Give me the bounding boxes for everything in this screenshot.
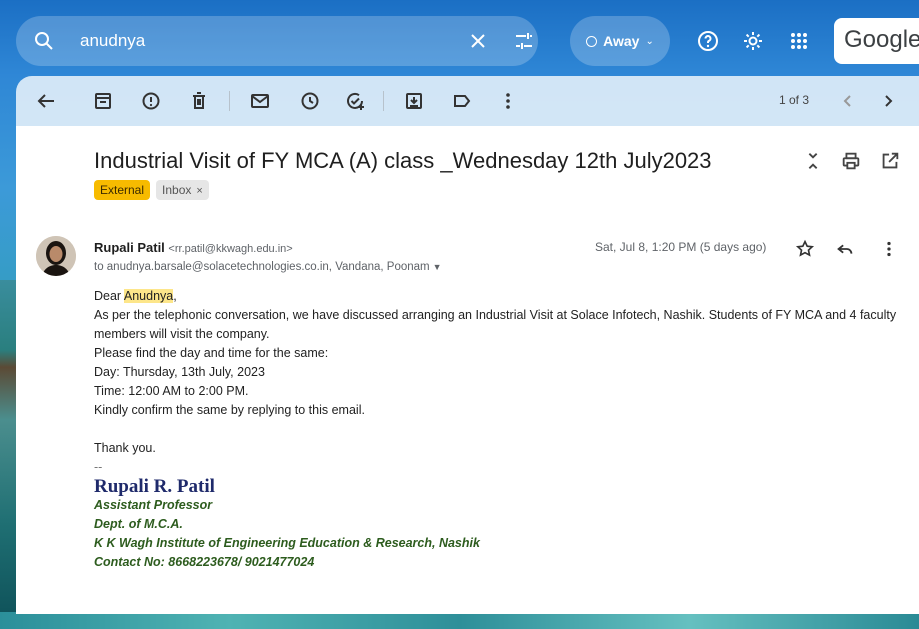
chevron-down-icon: ⌄ [645,35,654,47]
search-bar[interactable]: anudnya [16,16,538,66]
status-button[interactable]: Away ⌄ [570,16,670,66]
open-in-new-window-icon[interactable] [879,150,901,172]
snooze-clock-icon[interactable] [298,89,322,113]
message-toolbar: 1 of 3 [16,76,919,126]
closing: Thank you. [94,441,156,455]
message-date: Sat, Jul 8, 1:20 PM (5 days ago) [595,240,767,254]
remove-label-button[interactable]: × [196,185,202,197]
sender-line: Rupali Patil <rr.patil@kkwagh.edu.in> [94,240,293,255]
inbox-label: Inbox × [156,180,209,200]
toolbar-divider [229,91,230,111]
sender-avatar[interactable] [36,236,76,276]
move-to-icon[interactable] [402,89,426,113]
pagination-count: 1 of 3 [779,93,810,107]
recipients-text: to anudnya.barsale@solacetechnologies.co… [94,261,430,273]
sender-name[interactable]: Rupali Patil [94,240,165,255]
newer-chevron-left-icon[interactable] [836,89,860,113]
search-options-icon[interactable] [512,29,536,53]
recipients-line: to anudnya.barsale@solacetechnologies.co… [94,261,442,273]
google-account-logo[interactable]: Google [834,18,919,64]
signature-title: Assistant Professor [94,498,213,512]
delete-icon[interactable] [187,89,211,113]
add-task-icon[interactable] [343,89,367,113]
inbox-label-text: Inbox [162,183,192,197]
highlighted-search-term: Anudnya [123,289,174,303]
mark-unread-icon[interactable] [248,89,272,113]
apps-grid-icon[interactable] [787,29,811,53]
more-vert-icon[interactable] [878,238,900,260]
avatar-photo-icon [36,236,76,276]
body-line: Day: Thursday, 13th July, 2023 [94,365,265,379]
archive-icon[interactable] [91,89,115,113]
body-line: Please find the day and time for the sam… [94,346,329,360]
email-body: Dear Anudnya, As per the telephonic conv… [94,287,914,572]
print-icon[interactable] [840,150,862,172]
status-label: Away [603,33,640,49]
top-bar: anudnya Away ⌄ Google [0,0,919,80]
status-dot-icon [586,35,598,47]
email-subject: Industrial Visit of FY MCA (A) class _We… [94,148,712,173]
signature-contact: Contact No: 8668223678/ 9021477024 [94,555,315,569]
signature-name: Rupali R. Patil [94,476,215,497]
collapse-all-icon[interactable] [802,150,824,172]
report-spam-icon[interactable] [139,89,163,113]
star-icon[interactable] [794,238,816,260]
external-label: External [94,180,151,200]
body-paragraph: As per the telephonic conversation, we h… [94,308,897,341]
body-line: Time: 12:00 AM to 2:00 PM. [94,384,249,398]
sender-email: <rr.patil@kkwagh.edu.in> [168,243,293,255]
show-details-chevron-icon[interactable]: ▼ [433,262,442,272]
message-pane: Industrial Visit of FY MCA (A) class _We… [16,126,919,614]
toolbar-divider [383,91,384,111]
search-input[interactable]: anudnya [80,31,145,51]
back-arrow-icon[interactable] [34,89,58,113]
signature-separator: -- [94,460,103,474]
older-chevron-right-icon[interactable] [876,89,900,113]
signature-dept: Dept. of M.C.A. [94,517,183,531]
gear-icon[interactable] [741,29,765,53]
greeting: Dear Anudnya, [94,289,177,303]
background-wallpaper-bottom [0,612,919,629]
more-vert-icon[interactable] [496,89,520,113]
label-icon[interactable] [450,89,474,113]
search-icon[interactable] [32,29,56,53]
close-icon[interactable] [466,29,490,53]
label-chips: External Inbox × [94,180,209,200]
help-icon[interactable] [696,29,720,53]
reply-icon[interactable] [834,238,856,260]
signature-institute: K K Wagh Institute of Engineering Educat… [94,536,480,550]
body-line: Kindly confirm the same by replying to t… [94,403,365,417]
